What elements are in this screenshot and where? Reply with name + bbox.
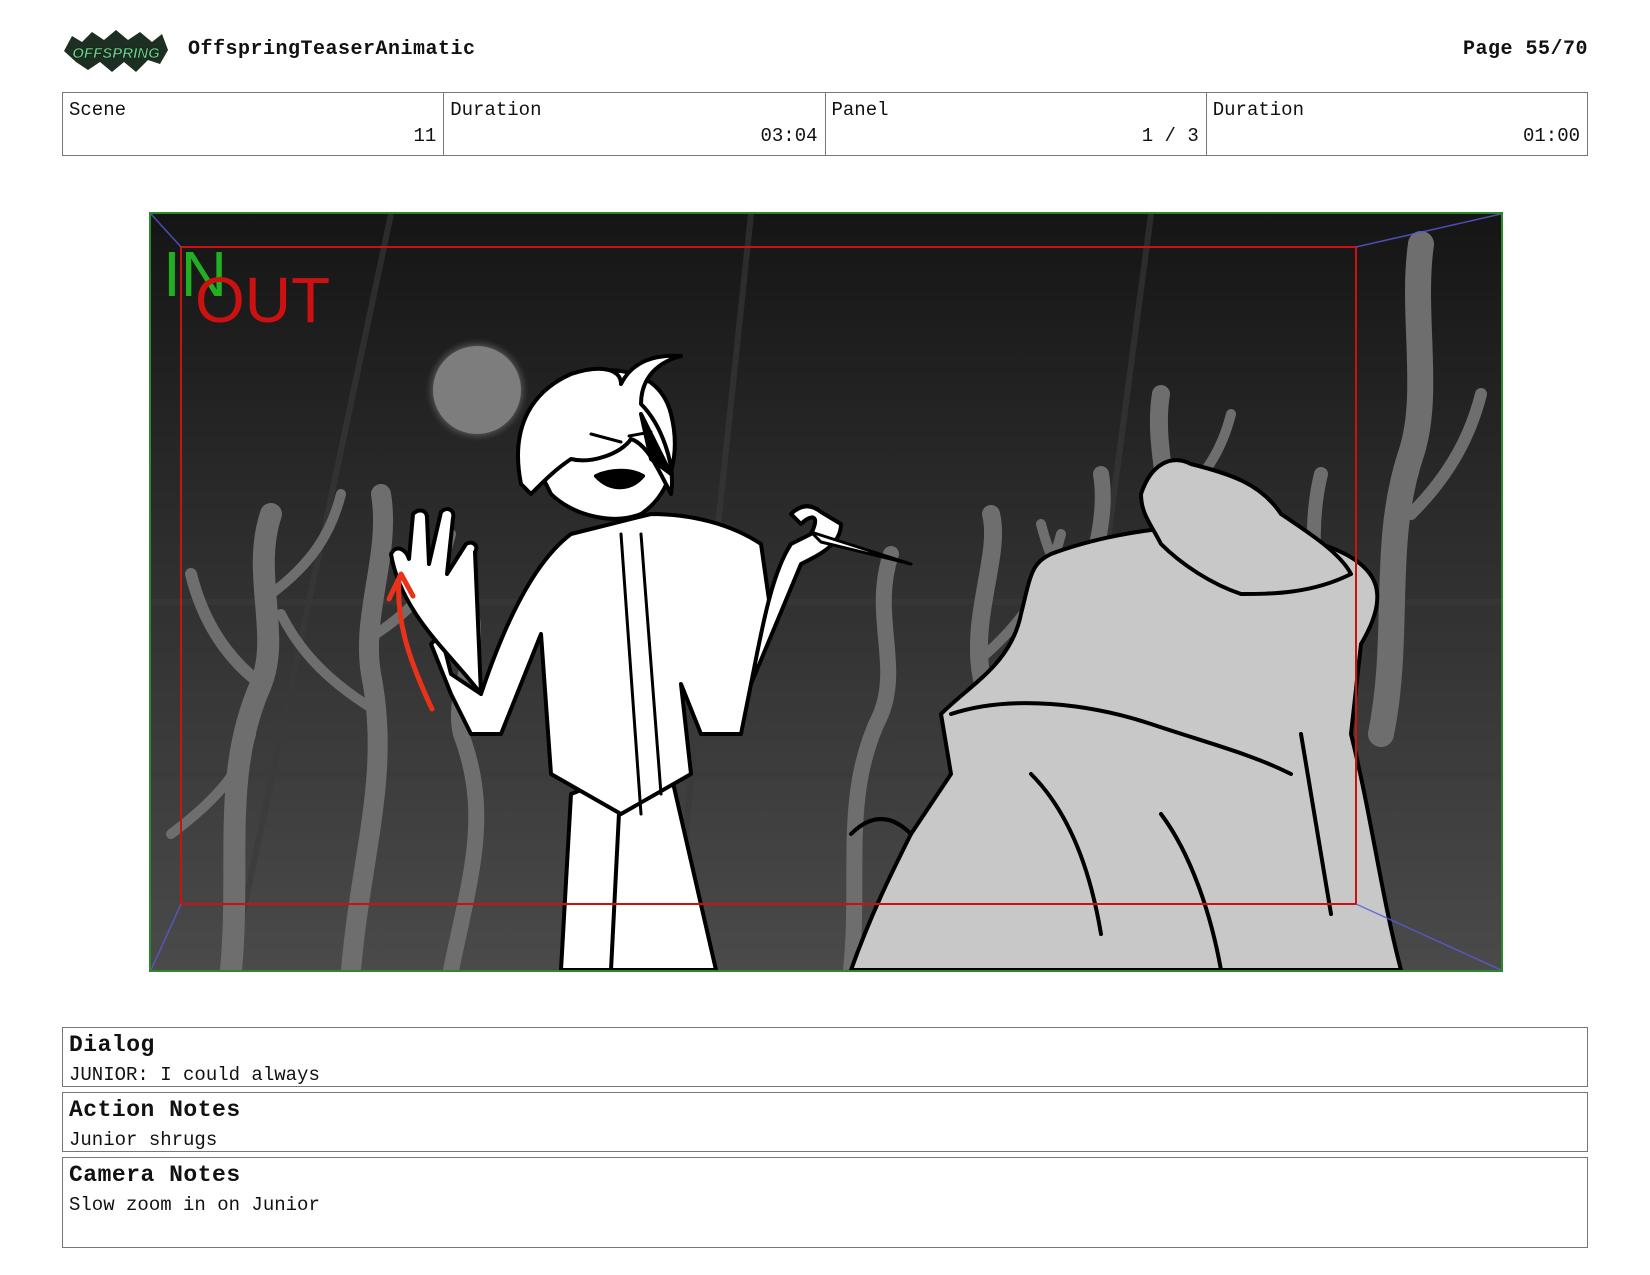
panel-duration-cell: Duration 01:00 <box>1207 93 1587 155</box>
project-title: OffspringTeaserAnimatic <box>188 38 476 61</box>
scene-info-table: Scene 11 Duration 03:04 Panel 1 / 3 Dura… <box>62 92 1588 156</box>
camera-notes-box: Camera Notes Slow zoom in on Junior <box>62 1157 1588 1248</box>
action-notes-box: Action Notes Junior shrugs <box>62 1092 1588 1152</box>
scene-duration-value: 03:04 <box>760 125 818 147</box>
panel-duration-value: 01:00 <box>1522 125 1580 147</box>
dialog-box: Dialog JUNIOR: I could always <box>62 1027 1588 1087</box>
scene-duration-label: Duration <box>450 99 542 121</box>
page-header: OFFSPRING OffspringTeaserAnimatic Page 5… <box>62 28 1588 74</box>
scene-duration-cell: Duration 03:04 <box>444 93 826 155</box>
scene-value: 11 <box>413 125 437 147</box>
dialog-text: JUNIOR: I could always <box>69 1064 320 1086</box>
scene-label: Scene <box>69 99 127 121</box>
panel-cell: Panel 1 / 3 <box>826 93 1207 155</box>
page-number: Page 55/70 <box>1462 38 1588 61</box>
offspring-logo: OFFSPRING <box>62 28 170 74</box>
camera-notes-text: Slow zoom in on Junior <box>69 1194 320 1216</box>
svg-text:OFFSPRING: OFFSPRING <box>72 45 160 62</box>
action-notes-title: Action Notes <box>69 1097 241 1123</box>
action-notes-text: Junior shrugs <box>69 1129 218 1151</box>
panel-value: 1 / 3 <box>1141 125 1199 147</box>
out-label: OUT <box>195 264 330 336</box>
panel-artwork: IN OUT <box>151 214 1501 970</box>
scene-cell: Scene 11 <box>63 93 445 155</box>
dialog-title: Dialog <box>69 1032 155 1058</box>
panel-label: Panel <box>831 99 889 121</box>
storyboard-panel: IN OUT <box>149 212 1503 972</box>
panel-duration-label: Duration <box>1212 99 1304 121</box>
camera-notes-title: Camera Notes <box>69 1162 241 1188</box>
moon-disc <box>433 346 521 434</box>
